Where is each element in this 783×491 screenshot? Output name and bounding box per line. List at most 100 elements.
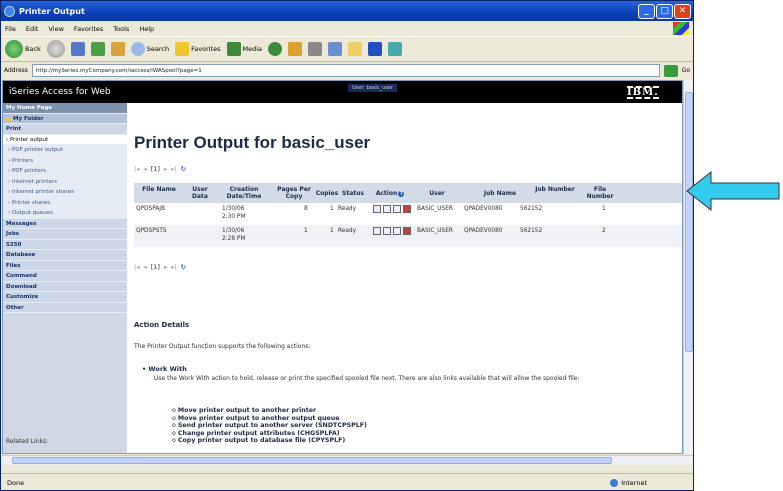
discuss-icon[interactable] bbox=[388, 42, 403, 56]
sidebar-item[interactable]: My Folder bbox=[3, 113, 127, 124]
sidebar-item[interactable]: Files bbox=[3, 260, 127, 271]
edit-icon[interactable] bbox=[328, 42, 343, 56]
work-with-icon[interactable] bbox=[373, 205, 381, 213]
sidebar-item[interactable]: › PDF printers bbox=[3, 166, 127, 177]
col-user-data[interactable]: User Data bbox=[186, 186, 214, 200]
cell-copies: 1 bbox=[330, 206, 334, 212]
col-file-name[interactable]: File Name bbox=[136, 186, 182, 193]
next-page-button[interactable]: ▸ bbox=[164, 263, 167, 271]
action-details-intro: The Printer Output function supports the… bbox=[134, 343, 311, 350]
sidebar-item[interactable]: 5250 bbox=[3, 239, 127, 250]
sidebar-item[interactable]: › PDF printer output bbox=[3, 145, 127, 156]
first-page-button[interactable]: |◂ bbox=[134, 165, 139, 173]
sidebar-item[interactable]: Customize bbox=[3, 292, 127, 303]
cell-copies: 1 bbox=[330, 228, 334, 234]
close-button[interactable]: ✕ bbox=[674, 3, 691, 19]
scroll-thumb[interactable] bbox=[685, 92, 693, 352]
sidebar-item[interactable]: Database bbox=[3, 250, 127, 261]
sidebar-item[interactable]: Other bbox=[3, 302, 127, 313]
search-button[interactable]: Search bbox=[130, 42, 169, 56]
col-status[interactable]: Status bbox=[340, 190, 366, 197]
col-file-number[interactable]: File Number bbox=[580, 186, 620, 200]
app-brand: iSeries Access for Web bbox=[9, 87, 111, 97]
cell-file-name[interactable]: QPDSPAJB bbox=[136, 206, 165, 213]
sidebar-item[interactable]: Print bbox=[3, 124, 127, 135]
list-item: Change printer output attributes (CHGSPL… bbox=[172, 430, 367, 438]
sidebar-item[interactable]: Command bbox=[3, 271, 127, 282]
print-icon[interactable] bbox=[308, 42, 323, 56]
work-with-icon[interactable] bbox=[373, 227, 381, 235]
maximize-button[interactable]: □ bbox=[656, 3, 673, 19]
forward-button[interactable] bbox=[46, 40, 65, 58]
title-bar: Printer Output _ □ ✕ bbox=[1, 1, 693, 21]
address-input[interactable]: http://mySeries.myCompany.com/iaccess/iW… bbox=[31, 64, 660, 77]
menu-file[interactable]: File bbox=[5, 25, 16, 33]
sidebar-item[interactable]: › Printer shares bbox=[3, 197, 127, 208]
sidebar-item[interactable]: › Printers bbox=[3, 155, 127, 166]
favorites-button[interactable]: Favorites bbox=[175, 42, 221, 56]
delete-icon[interactable] bbox=[403, 227, 411, 235]
col-user[interactable]: User bbox=[414, 190, 460, 197]
history-icon[interactable] bbox=[268, 42, 283, 56]
menu-view[interactable]: View bbox=[48, 25, 63, 33]
callout-arrow-icon bbox=[686, 170, 780, 212]
sidebar-item[interactable]: › Internet printer shares bbox=[3, 187, 127, 198]
go-icon[interactable] bbox=[663, 64, 678, 77]
menu-favorites[interactable]: Favorites bbox=[74, 25, 103, 33]
cell-file-name[interactable]: QPDSPSTS bbox=[136, 228, 167, 235]
pdf-icon[interactable] bbox=[393, 205, 401, 213]
col-pages[interactable]: Pages Per Copy bbox=[274, 186, 314, 200]
next-page-button[interactable]: ▸ bbox=[164, 165, 167, 173]
table-row: QPDSPAJB 1/30/06 2:30 PM 8 1 Ready BASIC… bbox=[134, 203, 682, 225]
help-icon[interactable]: ? bbox=[398, 191, 405, 197]
folder-icon[interactable] bbox=[348, 42, 363, 56]
cell-job-number: 562152 bbox=[520, 228, 543, 234]
col-job-number[interactable]: Job Number bbox=[532, 186, 578, 193]
refresh-icon[interactable] bbox=[90, 42, 105, 56]
messenger-icon[interactable] bbox=[368, 42, 383, 56]
col-copies[interactable]: Copies bbox=[314, 190, 340, 197]
sidebar-item[interactable]: › Internet printers bbox=[3, 176, 127, 187]
minimize-button[interactable]: _ bbox=[638, 3, 655, 19]
vertical-scrollbar[interactable] bbox=[683, 80, 693, 454]
go-label[interactable]: Go bbox=[682, 67, 690, 74]
sidebar-item[interactable]: Messages bbox=[3, 218, 127, 229]
sidebar-item[interactable]: Jobs bbox=[3, 229, 127, 240]
pdf-icon[interactable] bbox=[393, 227, 401, 235]
menu-tools[interactable]: Tools bbox=[113, 25, 129, 33]
menu-help[interactable]: Help bbox=[139, 25, 154, 33]
refresh-icon[interactable]: ↻ bbox=[181, 263, 186, 271]
sidebar-item[interactable]: My Home Page bbox=[3, 103, 127, 114]
first-page-button[interactable]: |◂ bbox=[134, 263, 139, 271]
horizontal-scrollbar[interactable] bbox=[2, 455, 693, 465]
refresh-icon[interactable]: ↻ bbox=[181, 165, 186, 173]
last-page-button[interactable]: ▸| bbox=[171, 263, 176, 271]
view-icon[interactable] bbox=[383, 205, 391, 213]
sidebar-item[interactable]: › Output queues bbox=[3, 208, 127, 219]
home-icon[interactable] bbox=[110, 42, 125, 56]
scroll-thumb[interactable] bbox=[12, 457, 612, 464]
back-button[interactable]: Back bbox=[5, 40, 41, 58]
mail-icon[interactable] bbox=[288, 42, 303, 56]
cell-time: 2:28 PM bbox=[222, 236, 246, 242]
menu-edit[interactable]: Edit bbox=[26, 25, 39, 33]
view-icon[interactable] bbox=[383, 227, 391, 235]
action-list: Move printer output to another printer M… bbox=[172, 407, 367, 445]
sidebar-item[interactable]: › Printer output bbox=[3, 134, 127, 145]
media-button[interactable]: Media bbox=[226, 42, 262, 56]
zone-indicator: Internet bbox=[610, 478, 647, 487]
address-label: Address bbox=[4, 67, 28, 74]
prev-page-button[interactable]: ◂ bbox=[143, 263, 146, 271]
col-job-name[interactable]: Job Name bbox=[472, 190, 528, 197]
delete-icon[interactable] bbox=[403, 205, 411, 213]
work-with-text: Use the Work With action to hold, releas… bbox=[154, 375, 580, 382]
table-row: QPDSPSTS 1/30/06 2:28 PM 1 1 Ready BASIC… bbox=[134, 225, 682, 247]
last-page-button[interactable]: ▸| bbox=[171, 165, 176, 173]
col-creation[interactable]: Creation Date/Time bbox=[216, 186, 272, 200]
prev-page-button[interactable]: ◂ bbox=[143, 165, 146, 173]
pager-bottom: |◂ ◂ [1] ▸ ▸| ↻ bbox=[134, 263, 186, 271]
sidebar-item[interactable]: Download bbox=[3, 281, 127, 292]
stop-icon[interactable] bbox=[70, 42, 85, 56]
cell-time: 2:30 PM bbox=[222, 214, 246, 220]
cell-file-number: 1 bbox=[602, 206, 606, 212]
